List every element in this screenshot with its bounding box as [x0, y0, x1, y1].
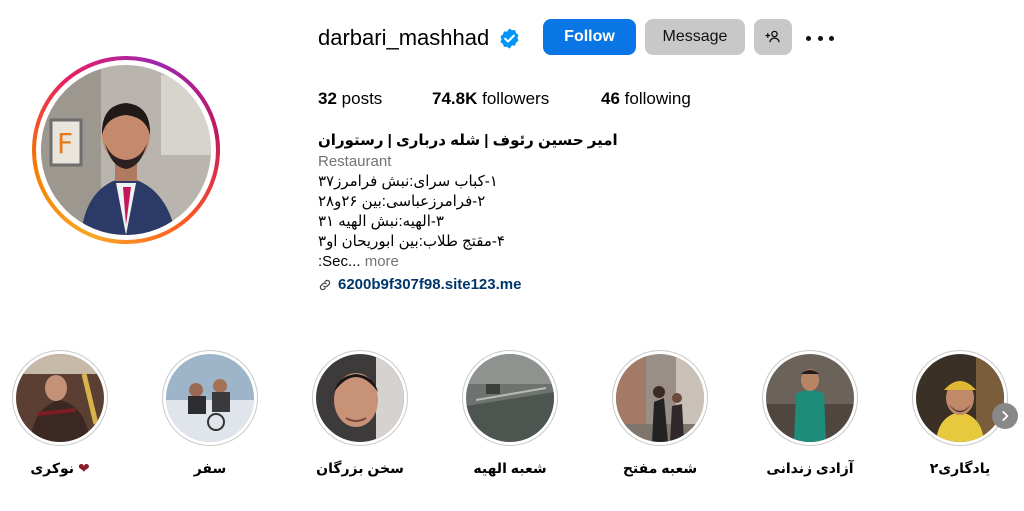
add-person-icon	[765, 30, 780, 43]
link-icon	[319, 279, 331, 291]
highlight-label: سفر	[193, 460, 227, 476]
highlight-item[interactable]: سخن بزرگان	[310, 350, 410, 477]
posts-label: posts	[341, 89, 383, 108]
bio-line: ۱-کباب سرای:نبش فرامرز۳۷	[318, 173, 498, 190]
highlight-cover	[166, 354, 254, 442]
highlight-cover	[766, 354, 854, 442]
bio-line: ۲-فرامرزعباسی:بین ۲۶و۲۸	[318, 193, 486, 210]
full-name: امیر حسین رئوف | شله درباری | رستوران	[318, 132, 618, 149]
website-link[interactable]: 6200b9f307f98.site123.me	[318, 274, 638, 296]
highlight-ring	[162, 350, 258, 446]
bio-truncated-text: :Sec...	[318, 253, 361, 270]
followers-label: followers	[482, 89, 550, 108]
highlight-ring	[912, 350, 1008, 446]
highlight-item[interactable]: ❤ نوکری	[10, 350, 110, 477]
suggest-accounts-button[interactable]	[754, 19, 792, 55]
chevron-glyph	[1002, 411, 1009, 421]
highlight-item[interactable]: شعبه الهیه	[460, 350, 560, 477]
avatar: F	[41, 65, 211, 235]
follow-button[interactable]: Follow	[543, 19, 636, 55]
highlight-cover	[466, 354, 554, 442]
profile-avatar-ring[interactable]: F	[32, 56, 220, 244]
highlight-label: شعبه الهیه	[473, 460, 547, 476]
highlight-item[interactable]: شعبه مفتح	[610, 350, 710, 477]
avatar-frame: F	[36, 60, 216, 240]
following-label: following	[624, 89, 691, 108]
more-options-icon[interactable]	[806, 26, 834, 50]
highlight-ring	[762, 350, 858, 446]
bio-truncated-row: :Sec... more	[318, 252, 638, 272]
highlight-item[interactable]: آزادی زندانی	[760, 350, 860, 477]
heart-icon: ❤	[77, 460, 90, 476]
highlight-label: شعبه مفتح	[622, 460, 698, 476]
highlight-item[interactable]: سفر	[160, 350, 260, 477]
posts-count: 32	[318, 89, 337, 108]
highlight-cover	[916, 354, 1004, 442]
website-link-text: 6200b9f307f98.site123.me	[338, 276, 522, 293]
more-link[interactable]: more	[365, 253, 399, 270]
highlight-ring	[12, 350, 108, 446]
message-button[interactable]: Message	[645, 19, 745, 55]
following-count: 46	[601, 89, 620, 108]
highlight-cover	[316, 354, 404, 442]
highlight-label: آزادی زندانی	[766, 460, 854, 476]
following-stat[interactable]: 46 following	[601, 89, 691, 109]
chevron-right-icon[interactable]	[992, 403, 1018, 429]
profile-username: darbari_mashhad	[318, 25, 490, 50]
category-label: Restaurant	[318, 153, 392, 170]
highlight-label: سخن بزرگان	[316, 460, 404, 476]
bio-line: ۳-الهیه:نبش الهیه ۳۱	[318, 213, 444, 230]
highlight-cover	[16, 354, 104, 442]
highlight-ring	[462, 350, 558, 446]
highlight-cover	[616, 354, 704, 442]
followers-count: 74.8K	[432, 89, 478, 108]
verified-badge-icon	[500, 28, 519, 49]
highlight-ring	[312, 350, 408, 446]
profile-bio: امیر حسین رئوف | شله درباری | رستوران Re…	[318, 130, 638, 296]
highlight-label: یادگاری۲	[929, 460, 991, 476]
followers-stat[interactable]: 74.8K followers	[432, 89, 549, 109]
svg-text:F: F	[57, 127, 73, 160]
highlight-label: ❤ نوکری	[10, 460, 110, 477]
posts-stat: 32 posts	[318, 89, 382, 109]
bio-line: ۴-مقتج طلاب:بین ابوریحان او۳	[318, 233, 505, 250]
highlight-ring	[612, 350, 708, 446]
highlight-label-text: نوکری	[30, 460, 75, 476]
